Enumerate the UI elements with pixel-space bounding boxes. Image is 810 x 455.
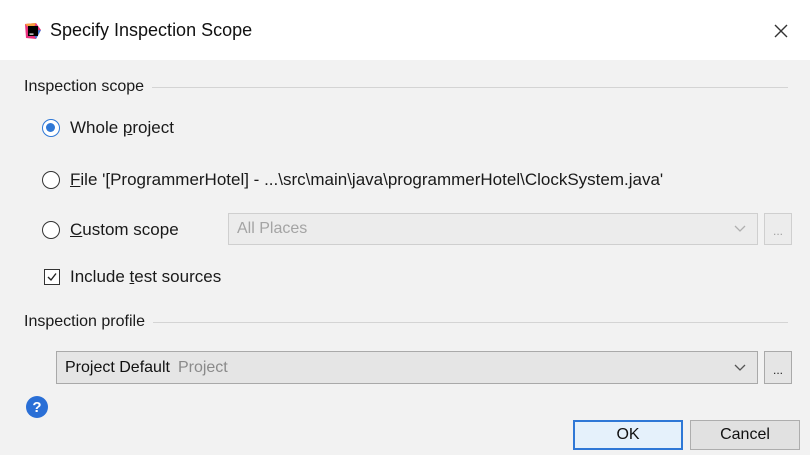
- close-icon: [774, 24, 788, 38]
- custom-scope-value: All Places: [237, 220, 308, 237]
- checkbox-label: Include test sources: [70, 267, 222, 286]
- profile-edit-button[interactable]: ...: [764, 351, 792, 384]
- profile-kind: Project: [177, 358, 228, 376]
- ok-button[interactable]: OK: [573, 420, 683, 450]
- checkmark-icon: [47, 273, 57, 282]
- close-button[interactable]: [766, 16, 796, 46]
- intellij-app-icon: [24, 22, 42, 40]
- scope-group-title: Inspection scope: [24, 77, 153, 97]
- dialog-title: Specify Inspection Scope: [50, 20, 253, 40]
- profile-name: Project Default: [65, 358, 170, 376]
- help-icon: ?: [32, 398, 42, 416]
- radio-button[interactable]: [42, 119, 60, 137]
- radio-button[interactable]: [42, 171, 60, 189]
- radio-custom-scope[interactable]: Custom scope: [42, 220, 179, 240]
- cancel-button[interactable]: Cancel: [690, 420, 800, 450]
- checkbox[interactable]: [44, 269, 60, 285]
- radio-label: Custom scope: [70, 220, 179, 239]
- radio-label: File '[ProgrammerHotel] - ...\src\main\j…: [70, 170, 664, 189]
- radio-current-file[interactable]: File '[ProgrammerHotel] - ...\src\main\j…: [42, 170, 663, 190]
- chevron-down-icon: [733, 222, 747, 236]
- inspection-profile-select[interactable]: Project Default Project: [56, 351, 758, 384]
- radio-button[interactable]: [42, 221, 60, 239]
- inspection-scope-dialog: Specify Inspection Scope Inspection scop…: [0, 0, 810, 455]
- radio-label: Whole project: [70, 118, 174, 137]
- custom-scope-select[interactable]: All Places: [228, 213, 758, 245]
- profile-group-title: Inspection profile: [24, 312, 153, 332]
- custom-scope-browse-button[interactable]: ...: [764, 213, 792, 245]
- dialog-body: Inspection scope Whole project File '[Pr…: [0, 60, 810, 455]
- title-bar: Specify Inspection Scope: [0, 0, 810, 60]
- help-button[interactable]: ?: [26, 396, 48, 418]
- include-test-sources-checkbox[interactable]: Include test sources: [44, 267, 221, 287]
- chevron-down-icon: [733, 361, 747, 375]
- radio-whole-project[interactable]: Whole project: [42, 118, 174, 138]
